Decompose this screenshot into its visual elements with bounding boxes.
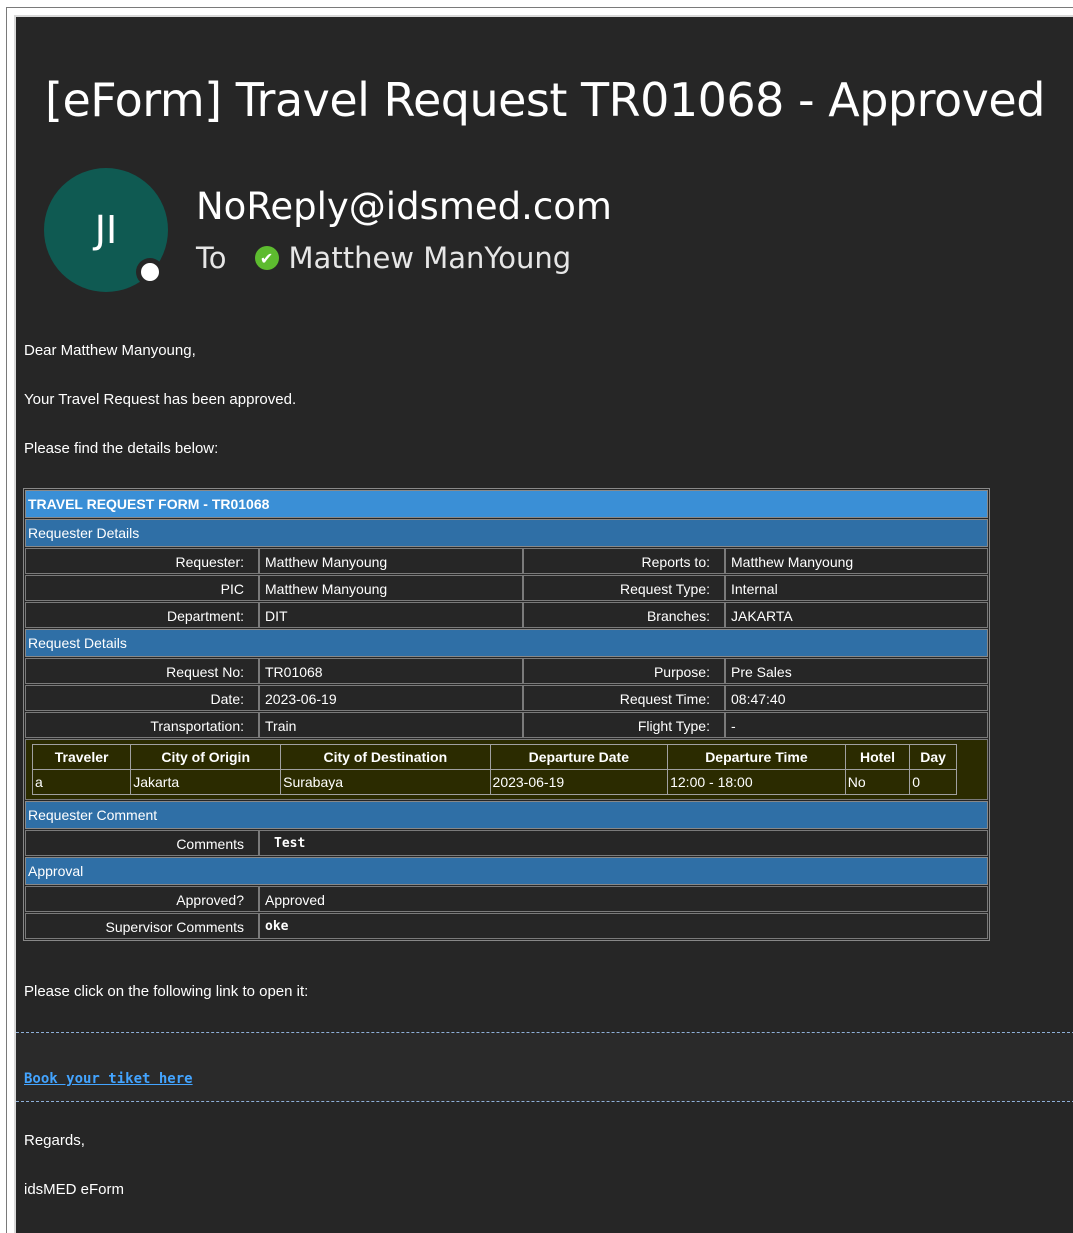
section-approval: Approval <box>25 857 988 885</box>
regards-text: Regards, <box>24 1132 85 1149</box>
pic-label: PIC <box>25 575 259 601</box>
date-value: 2023-06-19 <box>259 685 523 711</box>
form-row: Request No: TR01068 Purpose: Pre Sales <box>25 658 988 684</box>
form-row: PIC Matthew Manyoung Request Type: Inter… <box>25 575 988 601</box>
form-row: Requester: Matthew Manyoung Reports to: … <box>25 548 988 574</box>
divider <box>16 1032 1073 1033</box>
col-hotel: Hotel <box>844 744 911 770</box>
departure-time-cell: 12:00 - 18:00 <box>667 769 846 795</box>
traveler-cell: a <box>31 769 132 795</box>
requester-value: Matthew Manyoung <box>259 548 523 574</box>
approved-text: Your Travel Request has been approved. <box>24 391 297 408</box>
col-city-origin: City of Origin <box>130 744 282 770</box>
traveler-header-row: Traveler City of Origin City of Destinat… <box>31 744 957 770</box>
departure-date-cell: 2023-06-19 <box>489 769 669 795</box>
flight-type-label: Flight Type: <box>523 712 725 738</box>
col-day: Day <box>909 744 957 770</box>
greeting-text: Dear Matthew Manyoung, <box>24 342 196 359</box>
pic-value: Matthew Manyoung <box>259 575 523 601</box>
email-reading-pane: [eForm] Travel Request TR01068 - Approve… <box>14 15 1073 1233</box>
col-departure-time: Departure Time <box>667 744 846 770</box>
sender-address[interactable]: NoReply@idsmed.com <box>196 185 612 228</box>
department-value: DIT <box>259 602 523 628</box>
form-row: Supervisor Comments oke <box>25 913 988 939</box>
request-type-label: Request Type: <box>523 575 725 601</box>
link-panel <box>16 1033 1073 1101</box>
date-label: Date: <box>25 685 259 711</box>
comments-value: Test <box>259 830 988 856</box>
form-row: Department: DIT Branches: JAKARTA <box>25 602 988 628</box>
to-label: To <box>196 241 227 275</box>
avatar-initials: JI <box>94 208 118 252</box>
purpose-label: Purpose: <box>523 658 725 684</box>
details-intro-text: Please find the details below: <box>24 440 219 457</box>
reports-to-label: Reports to: <box>523 548 725 574</box>
recipient-line: To ✔ Matthew ManYoung <box>196 241 571 275</box>
table-row: a Jakarta Surabaya 2023-06-19 12:00 - 18… <box>31 769 957 795</box>
transportation-value: Train <box>259 712 523 738</box>
recipient-name[interactable]: Matthew ManYoung <box>289 241 572 275</box>
available-check-icon: ✔ <box>254 246 279 270</box>
form-row: Transportation: Train Flight Type: - <box>25 712 988 738</box>
requester-label: Requester: <box>25 548 259 574</box>
col-city-destination: City of Destination <box>280 744 491 770</box>
branches-label: Branches: <box>523 602 725 628</box>
transportation-label: Transportation: <box>25 712 259 738</box>
col-traveler: Traveler <box>31 744 132 770</box>
approved-value: Approved <box>259 886 988 912</box>
comments-label: Comments <box>25 830 259 856</box>
request-time-label: Request Time: <box>523 685 725 711</box>
form-row: Date: 2023-06-19 Request Time: 08:47:40 <box>25 685 988 711</box>
section-requester-comment: Requester Comment <box>25 801 988 829</box>
form-row: Comments Test <box>25 830 988 856</box>
request-no-label: Request No: <box>25 658 259 684</box>
branches-value: JAKARTA <box>725 602 988 628</box>
reports-to-value: Matthew Manyoung <box>725 548 988 574</box>
presence-status-icon <box>136 258 164 286</box>
city-origin-cell: Jakarta <box>130 769 282 795</box>
request-no-value: TR01068 <box>259 658 523 684</box>
traveler-table: Traveler City of Origin City of Destinat… <box>31 744 957 795</box>
signature-text: idsMED eForm <box>24 1181 125 1198</box>
travel-request-form: TRAVEL REQUEST FORM - TR01068 Requester … <box>23 488 990 941</box>
form-title: TRAVEL REQUEST FORM - TR01068 <box>25 490 988 518</box>
traveler-table-container: Traveler City of Origin City of Destinat… <box>25 739 988 800</box>
section-requester-details: Requester Details <box>25 519 988 547</box>
form-row: Approved? Approved <box>25 886 988 912</box>
purpose-value: Pre Sales <box>725 658 988 684</box>
approved-label: Approved? <box>25 886 259 912</box>
request-time-value: 08:47:40 <box>725 685 988 711</box>
divider <box>16 1101 1073 1102</box>
email-subject: [eForm] Travel Request TR01068 - Approve… <box>45 73 1045 127</box>
flight-type-value: - <box>725 712 988 738</box>
city-destination-cell: Surabaya <box>280 769 491 795</box>
col-departure-date: Departure Date <box>489 744 669 770</box>
supervisor-comments-label: Supervisor Comments <box>25 913 259 939</box>
hotel-cell: No <box>844 769 911 795</box>
day-cell: 0 <box>909 769 957 795</box>
section-request-details: Request Details <box>25 629 988 657</box>
supervisor-comments-value: oke <box>259 913 988 939</box>
link-intro-text: Please click on the following link to op… <box>24 983 309 1000</box>
request-type-value: Internal <box>725 575 988 601</box>
book-ticket-link[interactable]: Book your tiket here <box>24 1071 193 1087</box>
department-label: Department: <box>25 602 259 628</box>
